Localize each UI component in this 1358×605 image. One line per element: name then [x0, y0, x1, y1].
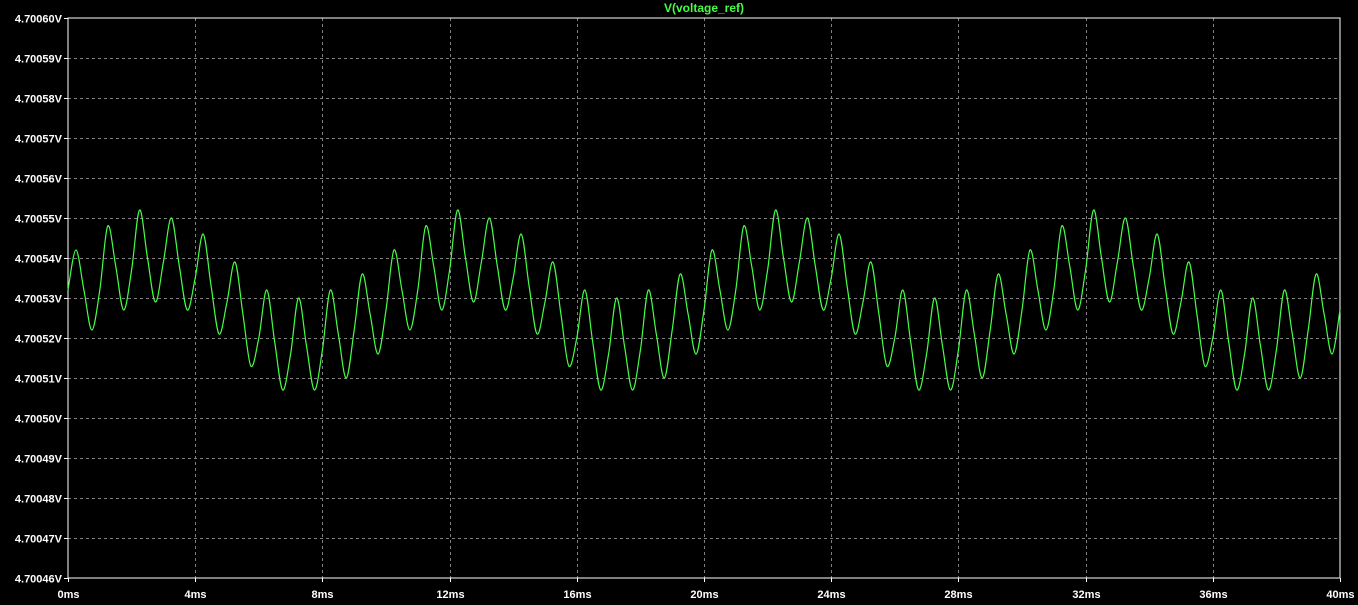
y-tick-label: 4.70059V: [15, 54, 63, 66]
x-tick-label: 36ms: [1199, 589, 1227, 601]
y-tick-label: 4.70056V: [15, 174, 63, 186]
x-tick-label: 16ms: [563, 589, 591, 601]
x-tick-label: 8ms: [311, 589, 333, 601]
y-tick-label: 4.70057V: [15, 134, 63, 146]
x-tick-label: 24ms: [817, 589, 845, 601]
y-tick-label: 4.70050V: [15, 414, 63, 426]
y-tick-label: 4.70054V: [15, 254, 63, 266]
y-tick-label: 4.70046V: [15, 574, 63, 586]
y-tick-label: 4.70052V: [15, 334, 63, 346]
x-tick-label: 28ms: [944, 589, 972, 601]
x-tick-label: 40ms: [1326, 589, 1354, 601]
y-tick-label: 4.70047V: [15, 534, 63, 546]
y-tick-label: 4.70058V: [15, 94, 63, 106]
x-tick-label: 32ms: [1072, 589, 1100, 601]
x-tick-label: 12ms: [436, 589, 464, 601]
x-tick-label: 4ms: [184, 589, 206, 601]
y-tick-label: 4.70053V: [15, 294, 63, 306]
y-axis-ticks: 4.70060V 4.70059V 4.70058V 4.70057V 4.70056V…: [15, 14, 68, 586]
x-tick-label: 20ms: [690, 589, 718, 601]
y-tick-label: 4.70060V: [15, 14, 63, 26]
y-tick-label: 4.70049V: [15, 454, 63, 466]
x-tick-label: 0ms: [57, 589, 79, 601]
trace-title[interactable]: V(voltage_ref): [664, 1, 744, 15]
y-tick-label: 4.70055V: [15, 214, 63, 226]
waveform-plot[interactable]: 4.70060V 4.70059V 4.70058V 4.70057V 4.70056V…: [0, 0, 1358, 605]
plot-background: [0, 0, 1358, 605]
y-tick-label: 4.70048V: [15, 494, 63, 506]
y-tick-label: 4.70051V: [15, 374, 63, 386]
